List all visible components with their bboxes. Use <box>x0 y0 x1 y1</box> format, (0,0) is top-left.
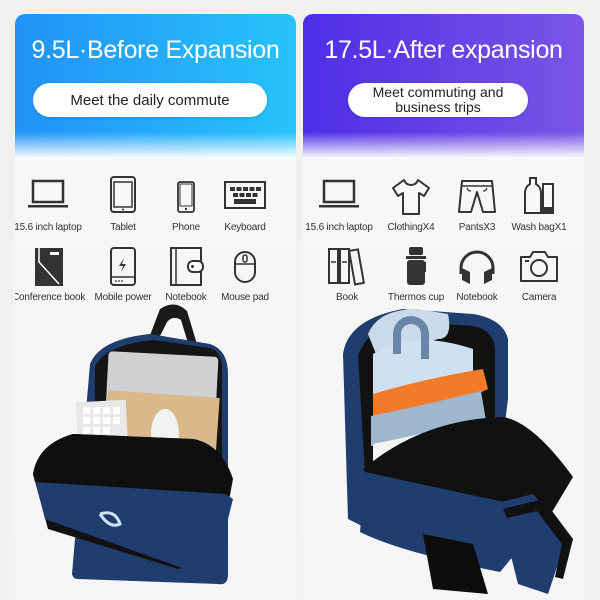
after-subtitle-pill: Meet commuting and business trips <box>348 83 528 117</box>
before-item: Keyboard <box>209 174 281 233</box>
item-label: Tablet <box>110 222 136 233</box>
keyboard-icon <box>224 181 266 209</box>
before-subtitle-pill: Meet the daily commute <box>33 83 267 117</box>
after-header: 17.5L·After expansion Meet commuting and… <box>303 14 584 159</box>
headphones-icon <box>459 250 495 284</box>
thermos-icon <box>406 247 426 285</box>
after-item: ClothingX4 <box>375 174 447 233</box>
pants-icon <box>458 180 496 213</box>
books-icon <box>328 248 366 286</box>
after-item: Wash bagX1 <box>503 174 575 233</box>
phone-icon <box>177 181 195 213</box>
after-title: 17.5L·After expansion <box>324 36 563 64</box>
item-label: Wash bagX1 <box>511 222 567 233</box>
after-item: 15.6 inch laptop <box>303 174 375 233</box>
power-bank-icon <box>110 247 136 286</box>
item-label: 15.6 inch laptop <box>15 222 82 233</box>
before-item: Tablet <box>87 174 159 233</box>
backpack-after-expansion-image <box>303 294 584 600</box>
item-label: Keyboard <box>224 222 266 233</box>
backpack-before-expansion-image <box>15 294 296 600</box>
before-header: 9.5L·Before Expansion Meet the daily com… <box>15 14 296 159</box>
laptop-icon <box>28 179 68 208</box>
toiletries-icon <box>524 177 554 214</box>
before-item: 15.6 inch laptop <box>15 174 84 233</box>
laptop-icon <box>319 179 359 208</box>
conference-book-icon <box>35 248 63 286</box>
tshirt-icon <box>392 179 430 215</box>
mouse-icon <box>234 251 256 283</box>
before-expansion-panel: 9.5L·Before Expansion Meet the daily com… <box>15 14 296 600</box>
camera-icon <box>520 251 558 282</box>
item-label: ClothingX4 <box>387 222 435 233</box>
item-label: 15.6 inch laptop <box>305 222 373 233</box>
notebook-icon <box>170 247 204 286</box>
after-expansion-panel: 17.5L·After expansion Meet commuting and… <box>303 14 584 600</box>
tablet-icon <box>110 176 136 213</box>
before-title: 9.5L·Before Expansion <box>31 36 280 64</box>
